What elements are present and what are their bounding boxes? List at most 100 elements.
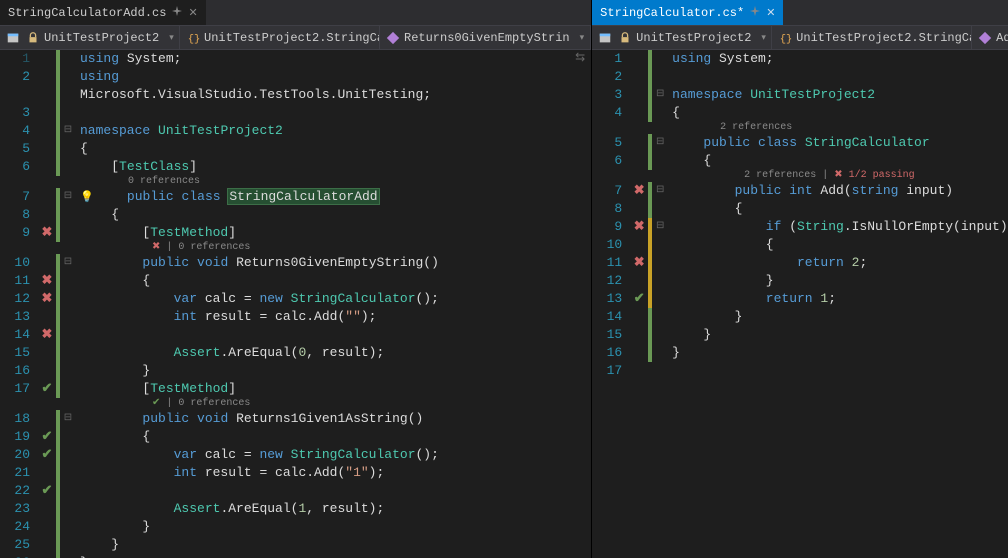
code-line[interactable]: public void Returns1Given1AsString()	[76, 410, 439, 428]
code-editor[interactable]: ⇆ 1using System;2usingMicrosoft.VisualSt…	[0, 50, 591, 558]
nav-crumb[interactable]: UnitTestProject2▾	[0, 26, 180, 49]
fold-toggle	[60, 206, 76, 224]
nav-crumb[interactable]: UnitTestProject2▾	[592, 26, 772, 49]
test-fail-icon: ✖	[630, 182, 648, 200]
code-line[interactable]: {	[668, 104, 1008, 122]
pin-icon[interactable]	[172, 6, 182, 20]
code-line[interactable]: int result = calc.Add("1");	[76, 464, 439, 482]
code-line[interactable]: return 1;	[668, 290, 1008, 308]
chevron-down-icon[interactable]: ▾	[163, 33, 174, 43]
code-line[interactable]	[668, 68, 1008, 86]
line-number: 2	[0, 68, 38, 86]
line-number: 15	[592, 326, 630, 344]
line-number: 17	[0, 380, 38, 398]
code-line[interactable]: using System;	[668, 50, 1008, 68]
file-tab[interactable]: StringCalculatorAdd.cs ✕	[0, 0, 206, 25]
code-line[interactable]: {	[668, 200, 1008, 218]
code-line[interactable]: }	[76, 554, 439, 558]
code-line[interactable]: }	[668, 344, 1008, 362]
pin-icon[interactable]	[750, 6, 760, 20]
lock-icon	[618, 31, 632, 45]
file-tab-active[interactable]: StringCalculator.cs* ✕	[592, 0, 783, 25]
nav-crumb[interactable]: {}UnitTestProject2.StringCal▾	[772, 26, 972, 49]
code-line[interactable]: var calc = new StringCalculator();	[76, 446, 439, 464]
code-line[interactable]: {	[76, 428, 439, 446]
codelens[interactable]: ✔ | 0 references	[76, 398, 439, 410]
code-line[interactable]: [TestMethod]	[76, 224, 439, 242]
code-line[interactable]: }	[76, 362, 439, 380]
fold-toggle[interactable]: ⊟	[60, 410, 76, 428]
tab-bar: StringCalculatorAdd.cs ✕	[0, 0, 591, 26]
nav-crumb[interactable]: Returns0GivenEmptyStrin ▾	[380, 26, 591, 49]
lightbulb-icon[interactable]: 💡	[80, 192, 96, 204]
code-line[interactable]: var calc = new StringCalculator();	[76, 290, 439, 308]
fold-toggle[interactable]: ⊟	[652, 182, 668, 200]
code-line[interactable]: using System;	[76, 50, 439, 68]
code-line[interactable]: {	[76, 272, 439, 290]
test-pass-icon: ✔	[38, 446, 56, 464]
code-line[interactable]: using	[76, 68, 439, 86]
code-line[interactable]	[76, 326, 439, 344]
code-line[interactable]: }	[76, 536, 439, 554]
chevron-down-icon[interactable]: ▾	[755, 33, 766, 43]
line-number: 3	[0, 104, 38, 122]
code-line[interactable]: }	[668, 308, 1008, 326]
code-line[interactable]	[76, 482, 439, 500]
code-line[interactable]: }	[668, 326, 1008, 344]
code-line[interactable]: Microsoft.VisualStudio.TestTools.UnitTes…	[76, 86, 439, 104]
fold-toggle[interactable]: ⊟	[60, 122, 76, 140]
fold-toggle	[652, 290, 668, 308]
code-line[interactable]: public class StringCalculator	[668, 134, 1008, 152]
code-line[interactable]: [TestClass]	[76, 158, 439, 176]
close-icon[interactable]: ✕	[188, 6, 197, 20]
fold-toggle	[60, 536, 76, 554]
fold-toggle[interactable]: ⊟	[60, 188, 76, 206]
fold-toggle	[652, 200, 668, 218]
code-line[interactable]: 💡 public class StringCalculatorAdd	[76, 188, 439, 206]
test-fail-icon: ✖	[630, 218, 648, 236]
code-line[interactable]: {	[668, 236, 1008, 254]
code-line[interactable]: {	[76, 206, 439, 224]
fold-toggle[interactable]: ⊟	[60, 254, 76, 272]
code-line[interactable]: }	[668, 272, 1008, 290]
code-line[interactable]: Assert.AreEqual(0, result);	[76, 344, 439, 362]
line-number: 6	[592, 152, 630, 170]
close-icon[interactable]: ✕	[766, 6, 775, 20]
fold-toggle	[652, 254, 668, 272]
fold-toggle	[60, 86, 76, 104]
codelens[interactable]: ✖ | 0 references	[76, 242, 439, 254]
code-line[interactable]: int result = calc.Add("");	[76, 308, 439, 326]
code-line[interactable]: }	[76, 518, 439, 536]
codelens[interactable]: 2 references	[668, 122, 1008, 134]
codelens[interactable]: 0 references	[76, 176, 439, 188]
code-line[interactable]: public int Add(string input)	[668, 182, 1008, 200]
code-line[interactable]: [TestMethod]	[76, 380, 439, 398]
code-line[interactable]: {	[76, 140, 439, 158]
chevron-down-icon[interactable]: ▾	[574, 33, 585, 43]
test-fail-icon: ✖	[630, 254, 648, 272]
line-number: 11	[592, 254, 630, 272]
code-line[interactable]: return 2;	[668, 254, 1008, 272]
fold-toggle	[60, 290, 76, 308]
fold-toggle	[60, 518, 76, 536]
code-line[interactable]: {	[668, 152, 1008, 170]
code-line[interactable]: namespace UnitTestProject2	[668, 86, 1008, 104]
code-editor[interactable]: 1using System;23⊟namespace UnitTestProje…	[592, 50, 1008, 558]
codelens[interactable]: 2 references | ✖ 1/2 passing	[668, 170, 1008, 182]
line-number: 7	[0, 188, 38, 206]
split-icon[interactable]: ⇆	[575, 50, 585, 65]
code-line[interactable]	[668, 362, 1008, 380]
code-line[interactable]: public void Returns0GivenEmptyString()	[76, 254, 439, 272]
fold-toggle[interactable]: ⊟	[652, 218, 668, 236]
fold-toggle[interactable]: ⊟	[652, 86, 668, 104]
code-line[interactable]: Assert.AreEqual(1, result);	[76, 500, 439, 518]
nav-crumb[interactable]: {}UnitTestProject2.StringCal▾	[180, 26, 380, 49]
code-line[interactable]: if (String.IsNullOrEmpty(input))	[668, 218, 1008, 236]
nav-crumb[interactable]: Add(string input)▾	[972, 26, 1008, 49]
fold-toggle[interactable]: ⊟	[652, 134, 668, 152]
code-line[interactable]: namespace UnitTestProject2	[76, 122, 439, 140]
fold-toggle	[652, 236, 668, 254]
nav-label: Returns0GivenEmptyStrin	[404, 31, 570, 45]
fold-toggle	[60, 500, 76, 518]
code-line[interactable]	[76, 104, 439, 122]
